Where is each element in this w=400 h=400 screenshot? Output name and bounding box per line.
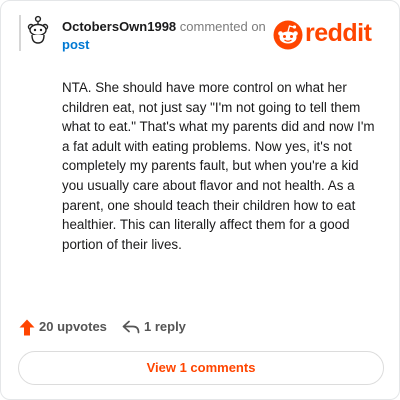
comment-meta: OctobersOwn1998 commented on post: [62, 18, 272, 54]
avatar[interactable]: [19, 15, 55, 51]
comment-card: OctobersOwn1998 commented on post reddit…: [0, 0, 400, 400]
upvote-count: 20 upvotes: [39, 319, 107, 334]
reddit-snoo-icon: [273, 20, 303, 50]
action-text: commented on: [179, 19, 266, 34]
comment-header: OctobersOwn1998 commented on post reddit: [19, 15, 385, 55]
upvote-arrow-icon: [19, 319, 35, 336]
comment-body: NTA. She should have more control on wha…: [62, 80, 375, 252]
view-comments-button[interactable]: View 1 comments: [18, 351, 384, 385]
reddit-wordmark: reddit: [305, 19, 372, 47]
reddit-logo: reddit: [273, 18, 383, 54]
reply-arrow-icon: [122, 320, 140, 334]
reply-count: 1 reply: [144, 319, 186, 334]
comment-actions: 20 upvotes 1 reply: [19, 318, 381, 338]
user-avatar-icon: [27, 15, 49, 44]
username[interactable]: OctobersOwn1998: [62, 19, 176, 34]
post-link[interactable]: post: [62, 37, 89, 52]
